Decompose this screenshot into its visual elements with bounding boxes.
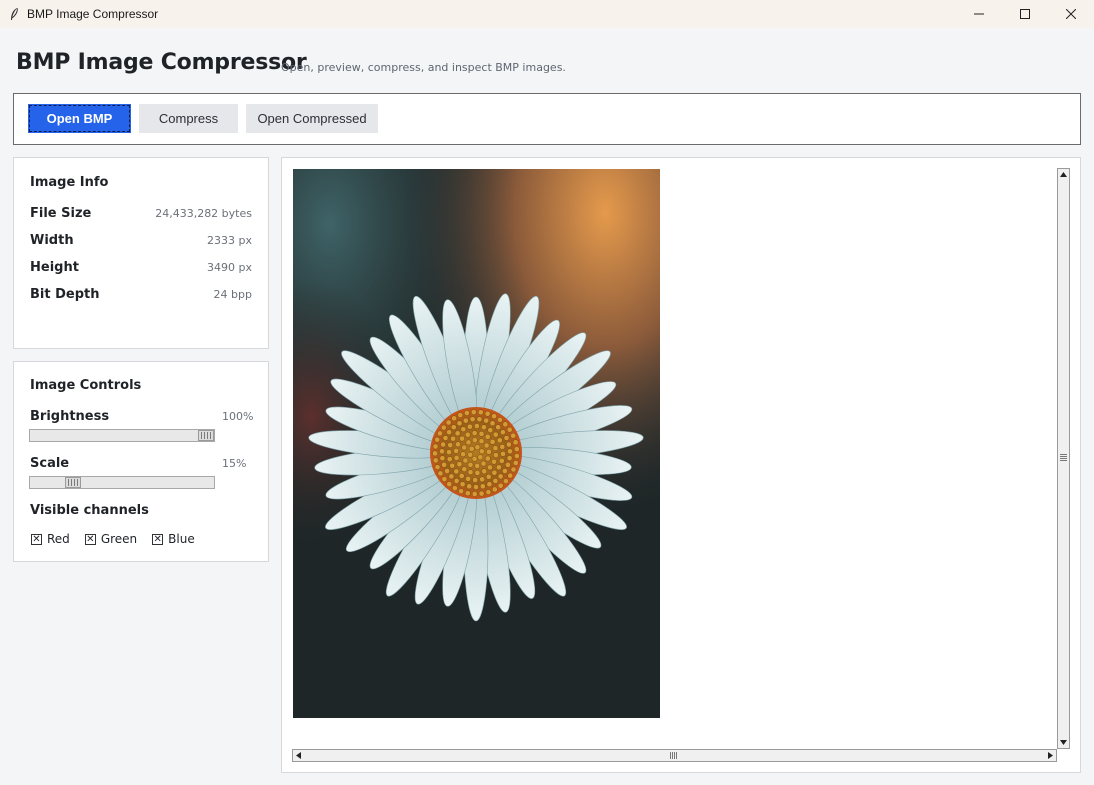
open-bmp-button[interactable]: Open BMP [28, 104, 131, 133]
info-label: Width [30, 233, 74, 248]
daisy-image [293, 169, 660, 718]
minimize-icon[interactable] [956, 0, 1002, 28]
image-controls-panel: Image Controls Brightness 100% Scale 15%… [13, 361, 269, 562]
green-channel-checkbox[interactable]: ✕ Green [84, 532, 138, 546]
horizontal-scrollbar[interactable] [292, 749, 1057, 762]
brightness-slider[interactable] [29, 429, 215, 442]
info-row-width: Width 2333 px [30, 233, 252, 251]
brightness-label: Brightness [30, 409, 110, 424]
scale-slider-handle[interactable] [65, 477, 81, 488]
checkbox-checked-icon[interactable]: ✕ [31, 533, 42, 545]
image-preview-panel [281, 157, 1081, 773]
scale-value: 15% [222, 457, 247, 470]
page-subtitle: Open, preview, compress, and inspect BMP… [281, 61, 566, 74]
window-title: BMP Image Compressor [27, 7, 159, 21]
toolbar: Open BMP Compress Open Compressed [13, 93, 1081, 145]
scroll-right-icon[interactable] [1045, 750, 1056, 761]
info-value: 24,433,282 bytes [155, 207, 252, 220]
info-label: Height [30, 260, 79, 275]
blue-channel-checkbox[interactable]: ✕ Blue [152, 532, 195, 546]
info-row-file-size: File Size 24,433,282 bytes [30, 206, 252, 224]
info-label: File Size [30, 206, 92, 221]
brightness-value: 100% [222, 410, 254, 423]
visible-channels-label: Visible channels [30, 503, 149, 518]
scroll-left-icon[interactable] [293, 750, 304, 761]
checkbox-label: Red [47, 532, 70, 546]
info-value: 2333 px [207, 234, 252, 247]
compress-button[interactable]: Compress [139, 104, 238, 133]
checkbox-label: Green [100, 532, 138, 546]
info-label: Bit Depth [30, 287, 100, 302]
feather-icon [7, 7, 21, 21]
page-title: BMP Image Compressor [16, 50, 307, 75]
brightness-slider-handle[interactable] [198, 430, 214, 441]
scroll-down-icon[interactable] [1058, 737, 1069, 748]
channel-checkboxes: ✕ Red ✕ Green ✕ Blue [31, 532, 210, 546]
vertical-scroll-thumb[interactable] [1060, 454, 1067, 461]
window-titlebar: BMP Image Compressor [0, 0, 1094, 28]
open-compressed-button[interactable]: Open Compressed [246, 104, 378, 133]
image-info-title: Image Info [30, 175, 109, 190]
horizontal-scroll-thumb[interactable] [670, 752, 677, 759]
maximize-icon[interactable] [1002, 0, 1048, 28]
preview-canvas[interactable] [283, 159, 1056, 748]
image-controls-title: Image Controls [30, 378, 142, 393]
checkbox-checked-icon[interactable]: ✕ [84, 533, 96, 545]
red-channel-checkbox[interactable]: ✕ Red [31, 532, 70, 546]
image-info-panel: Image Info File Size 24,433,282 bytes Wi… [13, 157, 269, 349]
checkbox-label: Blue [168, 532, 195, 546]
scale-slider[interactable] [29, 476, 215, 489]
info-value: 3490 px [207, 261, 252, 274]
scroll-up-icon[interactable] [1058, 169, 1069, 180]
checkbox-checked-icon[interactable]: ✕ [152, 533, 164, 545]
info-row-bit-depth: Bit Depth 24 bpp [30, 287, 252, 305]
info-row-height: Height 3490 px [30, 260, 252, 278]
vertical-scrollbar[interactable] [1057, 168, 1070, 749]
scale-label: Scale [30, 456, 70, 471]
close-icon[interactable] [1048, 0, 1094, 28]
info-value: 24 bpp [213, 288, 252, 301]
